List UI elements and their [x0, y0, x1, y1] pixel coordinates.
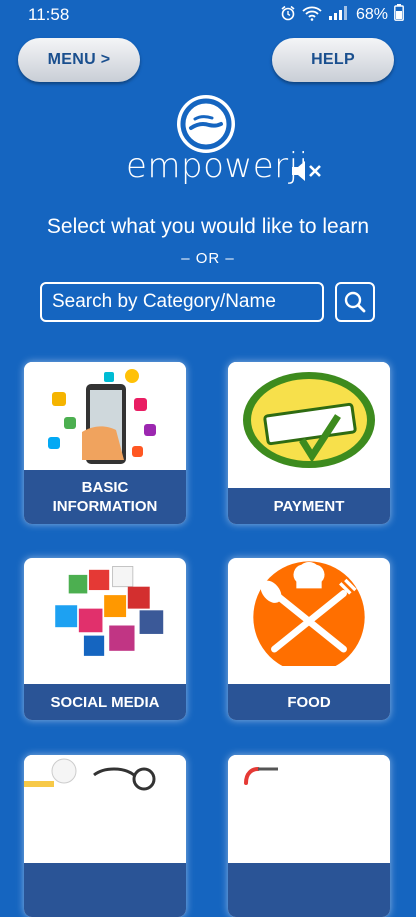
pay-online-icon [228, 362, 390, 470]
search-field[interactable] [40, 282, 324, 322]
or-divider-text: – OR – [181, 250, 235, 267]
category-label: BASIC INFORMATION [24, 470, 186, 524]
wifi-icon [302, 5, 322, 26]
search-button[interactable] [335, 282, 375, 322]
battery-percent: 68% [355, 6, 388, 23]
health-icon [24, 755, 186, 863]
chef-cutlery-icon [240, 558, 378, 666]
category-label: SOCIAL MEDIA [24, 684, 186, 720]
logo-hands-icon [180, 98, 232, 150]
status-bar: 11:58 68% [0, 0, 416, 30]
category-label: PAYMENT [228, 488, 390, 524]
sound-muted-icon[interactable] [290, 158, 324, 184]
category-label [228, 863, 390, 917]
alarm-icon [280, 5, 296, 26]
help-button[interactable]: HELP [272, 38, 394, 82]
search-input[interactable] [42, 284, 322, 320]
category-label: FOOD [228, 684, 390, 720]
smartphone-apps-icon [24, 362, 186, 470]
brand-name: empowerji [126, 146, 309, 186]
signal-icon [328, 5, 350, 26]
status-icons: 68% [280, 4, 404, 26]
category-card-payment[interactable]: PAYMENT [228, 362, 390, 524]
battery-icon [394, 4, 404, 26]
empowerji-logo [177, 95, 235, 153]
category-label [24, 863, 186, 917]
category-card-health[interactable] [24, 755, 186, 917]
status-time: 11:58 [28, 5, 70, 24]
category-card-shopping[interactable] [228, 755, 390, 917]
search-icon [344, 291, 366, 313]
learn-prompt: Select what you would like to learn [46, 215, 370, 238]
category-card-basic-information[interactable]: BASIC INFORMATION [24, 362, 186, 524]
category-card-social-media[interactable]: SOCIAL MEDIA [24, 558, 186, 720]
category-card-food[interactable]: FOOD [228, 558, 390, 720]
social-media-cubes-icon [36, 558, 174, 666]
menu-button[interactable]: MENU > [18, 38, 140, 82]
shopping-icon [228, 755, 390, 863]
